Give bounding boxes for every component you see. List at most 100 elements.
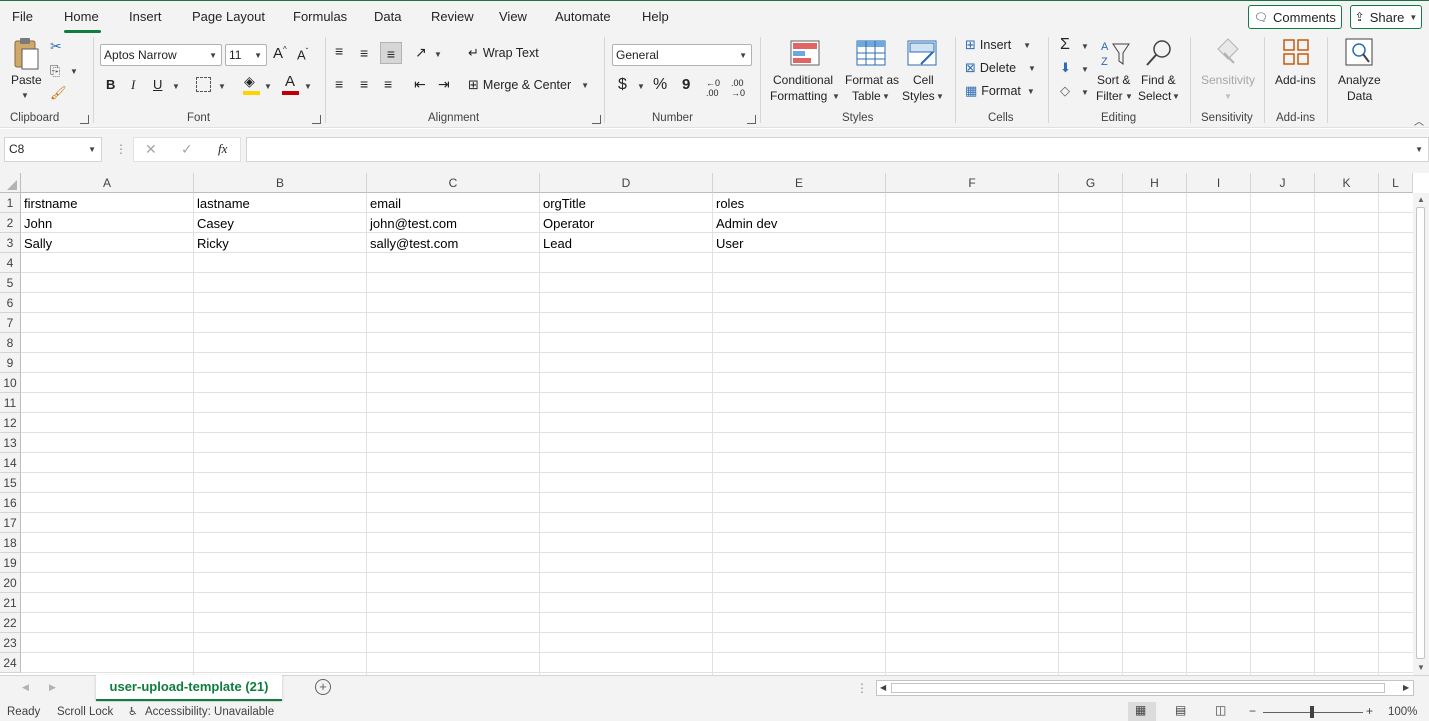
row-header[interactable]: 5 — [0, 273, 21, 293]
row-header[interactable]: 16 — [0, 493, 21, 513]
fill-icon[interactable]: ⬇ — [1060, 60, 1071, 76]
chevron-down-icon[interactable]: ▼ — [218, 82, 226, 91]
row-header[interactable]: 12 — [0, 413, 21, 433]
analyze-data-icon[interactable] — [1344, 37, 1374, 67]
column-header[interactable]: C — [367, 173, 540, 193]
cell[interactable]: Operator — [540, 213, 713, 233]
page-break-view-icon[interactable]: ◫ — [1215, 703, 1226, 717]
conditional-formatting-icon[interactable] — [789, 39, 821, 67]
cell[interactable]: lastname — [194, 193, 367, 213]
chevron-down-icon[interactable]: ▼ — [264, 82, 272, 91]
underline-button[interactable]: U — [153, 77, 162, 92]
comments-button[interactable]: 🗨 Comments — [1248, 5, 1342, 29]
row-header[interactable]: 14 — [0, 453, 21, 473]
row-header[interactable]: 18 — [0, 533, 21, 553]
align-top-icon[interactable]: ≡ — [335, 43, 343, 59]
insert-cells-button[interactable]: ⊞ Insert ▼ — [965, 37, 1031, 53]
align-bottom-icon[interactable]: ≡ — [380, 42, 402, 64]
borders-icon[interactable] — [196, 77, 211, 92]
percent-button[interactable]: % — [653, 76, 667, 94]
next-sheet-icon[interactable]: ▶ — [49, 682, 56, 693]
row-header[interactable]: 2 — [0, 213, 21, 233]
column-header[interactable]: E — [713, 173, 886, 193]
cell[interactable]: john@test.com — [367, 213, 540, 233]
add-sheet-icon[interactable]: + — [315, 679, 331, 695]
cell-styles-button[interactable]: Cell — [913, 72, 934, 88]
status-accessibility[interactable]: Accessibility: Unavailable — [145, 706, 274, 718]
menu-file[interactable]: File — [12, 9, 33, 24]
row-header[interactable]: 13 — [0, 433, 21, 453]
cell[interactable]: orgTitle — [540, 193, 713, 213]
delete-cells-button[interactable]: ⊠ Delete ▼ — [965, 60, 1036, 76]
chevron-down-icon[interactable]: ▼ — [21, 91, 29, 100]
h-scroll-thumb[interactable] — [891, 683, 1385, 693]
cell[interactable]: firstname — [21, 193, 194, 213]
chevron-down-icon[interactable]: ▼ — [832, 92, 840, 101]
add-ins-icon[interactable] — [1281, 37, 1311, 67]
insert-function-button[interactable]: fx — [218, 141, 227, 157]
row-header[interactable]: 19 — [0, 553, 21, 573]
collapse-ribbon-icon[interactable]: ︿ — [1414, 113, 1424, 128]
number-format-dropdown[interactable]: General ▼ — [612, 44, 752, 66]
row-header[interactable]: 9 — [0, 353, 21, 373]
analyze-data-label[interactable]: Data — [1347, 88, 1372, 104]
row-header[interactable]: 6 — [0, 293, 21, 313]
column-header[interactable]: L — [1379, 173, 1413, 193]
cut-icon[interactable]: ✂ — [50, 38, 62, 55]
cell[interactable]: sally@test.com — [367, 233, 540, 253]
menu-view[interactable]: View — [499, 9, 527, 24]
increase-font-icon[interactable]: A^ — [273, 45, 287, 62]
number-launcher-icon[interactable] — [747, 115, 756, 124]
row-header[interactable]: 15 — [0, 473, 21, 493]
row-header[interactable]: 7 — [0, 313, 21, 333]
chevron-down-icon[interactable]: ▼ — [1081, 88, 1089, 97]
decrease-decimal-button[interactable]: .00 →0 — [731, 78, 753, 98]
scroll-down-icon[interactable]: ▼ — [1417, 663, 1425, 672]
column-header[interactable]: J — [1251, 173, 1315, 193]
menu-automate[interactable]: Automate — [555, 9, 611, 24]
cell-styles-icon[interactable] — [906, 39, 938, 67]
formula-input[interactable]: ▼ — [246, 137, 1429, 162]
cell[interactable]: Casey — [194, 213, 367, 233]
column-header[interactable]: B — [194, 173, 367, 193]
horizontal-scrollbar[interactable]: ◀ ▶ — [876, 680, 1414, 696]
zoom-level[interactable]: 100% — [1388, 706, 1417, 718]
vertical-scrollbar[interactable]: ▲ ▼ — [1413, 193, 1429, 675]
row-header[interactable]: 8 — [0, 333, 21, 353]
cell[interactable]: John — [21, 213, 194, 233]
row-header[interactable]: 10 — [0, 373, 21, 393]
find-select-label[interactable]: Select — [1138, 88, 1171, 104]
row-header[interactable]: 3 — [0, 233, 21, 253]
zoom-out-icon[interactable]: − — [1249, 704, 1256, 718]
cell[interactable]: Sally — [21, 233, 194, 253]
cancel-icon[interactable]: ✕ — [145, 141, 157, 158]
orientation-icon[interactable]: ↗ — [415, 44, 427, 61]
format-as-table-label[interactable]: Table — [852, 88, 881, 104]
align-right-icon[interactable]: ≡ — [384, 76, 392, 92]
chevron-down-icon[interactable]: ▼ — [172, 82, 180, 91]
row-header[interactable]: 11 — [0, 393, 21, 413]
italic-button[interactable]: I — [131, 77, 135, 93]
decrease-font-icon[interactable]: Aˇ — [297, 47, 308, 62]
merge-center-button[interactable]: ⊞ Merge & Center ▼ — [468, 77, 589, 93]
font-launcher-icon[interactable] — [312, 115, 321, 124]
increase-decimal-button[interactable]: ←0 .00 — [706, 78, 728, 98]
column-header[interactable]: H — [1123, 173, 1187, 193]
column-header[interactable]: D — [540, 173, 713, 193]
clipboard-launcher-icon[interactable] — [80, 115, 89, 124]
wrap-text-button[interactable]: ↵ Wrap Text — [468, 45, 539, 61]
cell[interactable]: Admin dev — [713, 213, 886, 233]
menu-formulas[interactable]: Formulas — [293, 9, 347, 24]
row-header[interactable]: 1 — [0, 193, 21, 213]
row-header[interactable]: 17 — [0, 513, 21, 533]
column-header[interactable]: F — [886, 173, 1059, 193]
cell-styles-label[interactable]: Styles — [902, 88, 935, 104]
chevron-down-icon[interactable]: ▼ — [882, 92, 890, 101]
conditional-formatting-label[interactable]: Formatting — [770, 88, 827, 104]
add-ins-button[interactable]: Add-ins — [1275, 72, 1316, 88]
currency-button[interactable]: $ — [618, 76, 627, 94]
chevron-down-icon[interactable]: ▼ — [1081, 65, 1089, 74]
align-middle-icon[interactable]: ≡ — [360, 45, 368, 61]
decrease-indent-icon[interactable]: ⇤ — [414, 76, 426, 93]
chevron-down-icon[interactable]: ▼ — [434, 50, 442, 59]
